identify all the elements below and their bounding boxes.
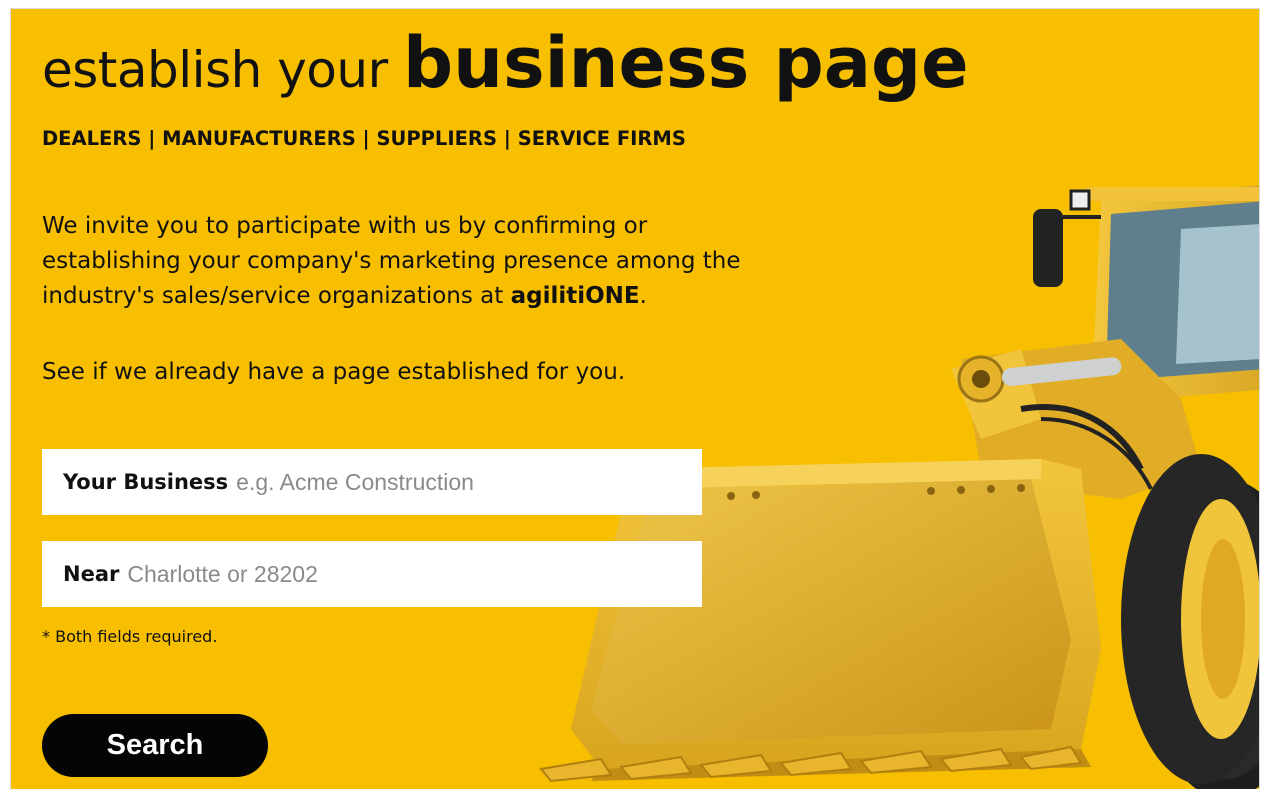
business-categories: DEALERS | MANUFACTURERS | SUPPLIERS | SE… (42, 127, 686, 150)
search-button[interactable]: Search (42, 714, 268, 777)
location-input[interactable] (127, 554, 702, 594)
page-headline: establish your business page (42, 23, 969, 110)
location-label: Near (63, 562, 120, 586)
required-note: * Both fields required. (42, 627, 218, 646)
headline-regular: establish your (42, 41, 404, 99)
business-label: Your Business (63, 470, 229, 494)
location-field[interactable]: Near (42, 541, 702, 607)
business-field[interactable]: Your Business (42, 449, 702, 515)
headline-bold: business page (403, 22, 969, 104)
business-input[interactable] (236, 462, 702, 502)
hero-panel: establish your business page DEALERS | M… (10, 8, 1260, 789)
